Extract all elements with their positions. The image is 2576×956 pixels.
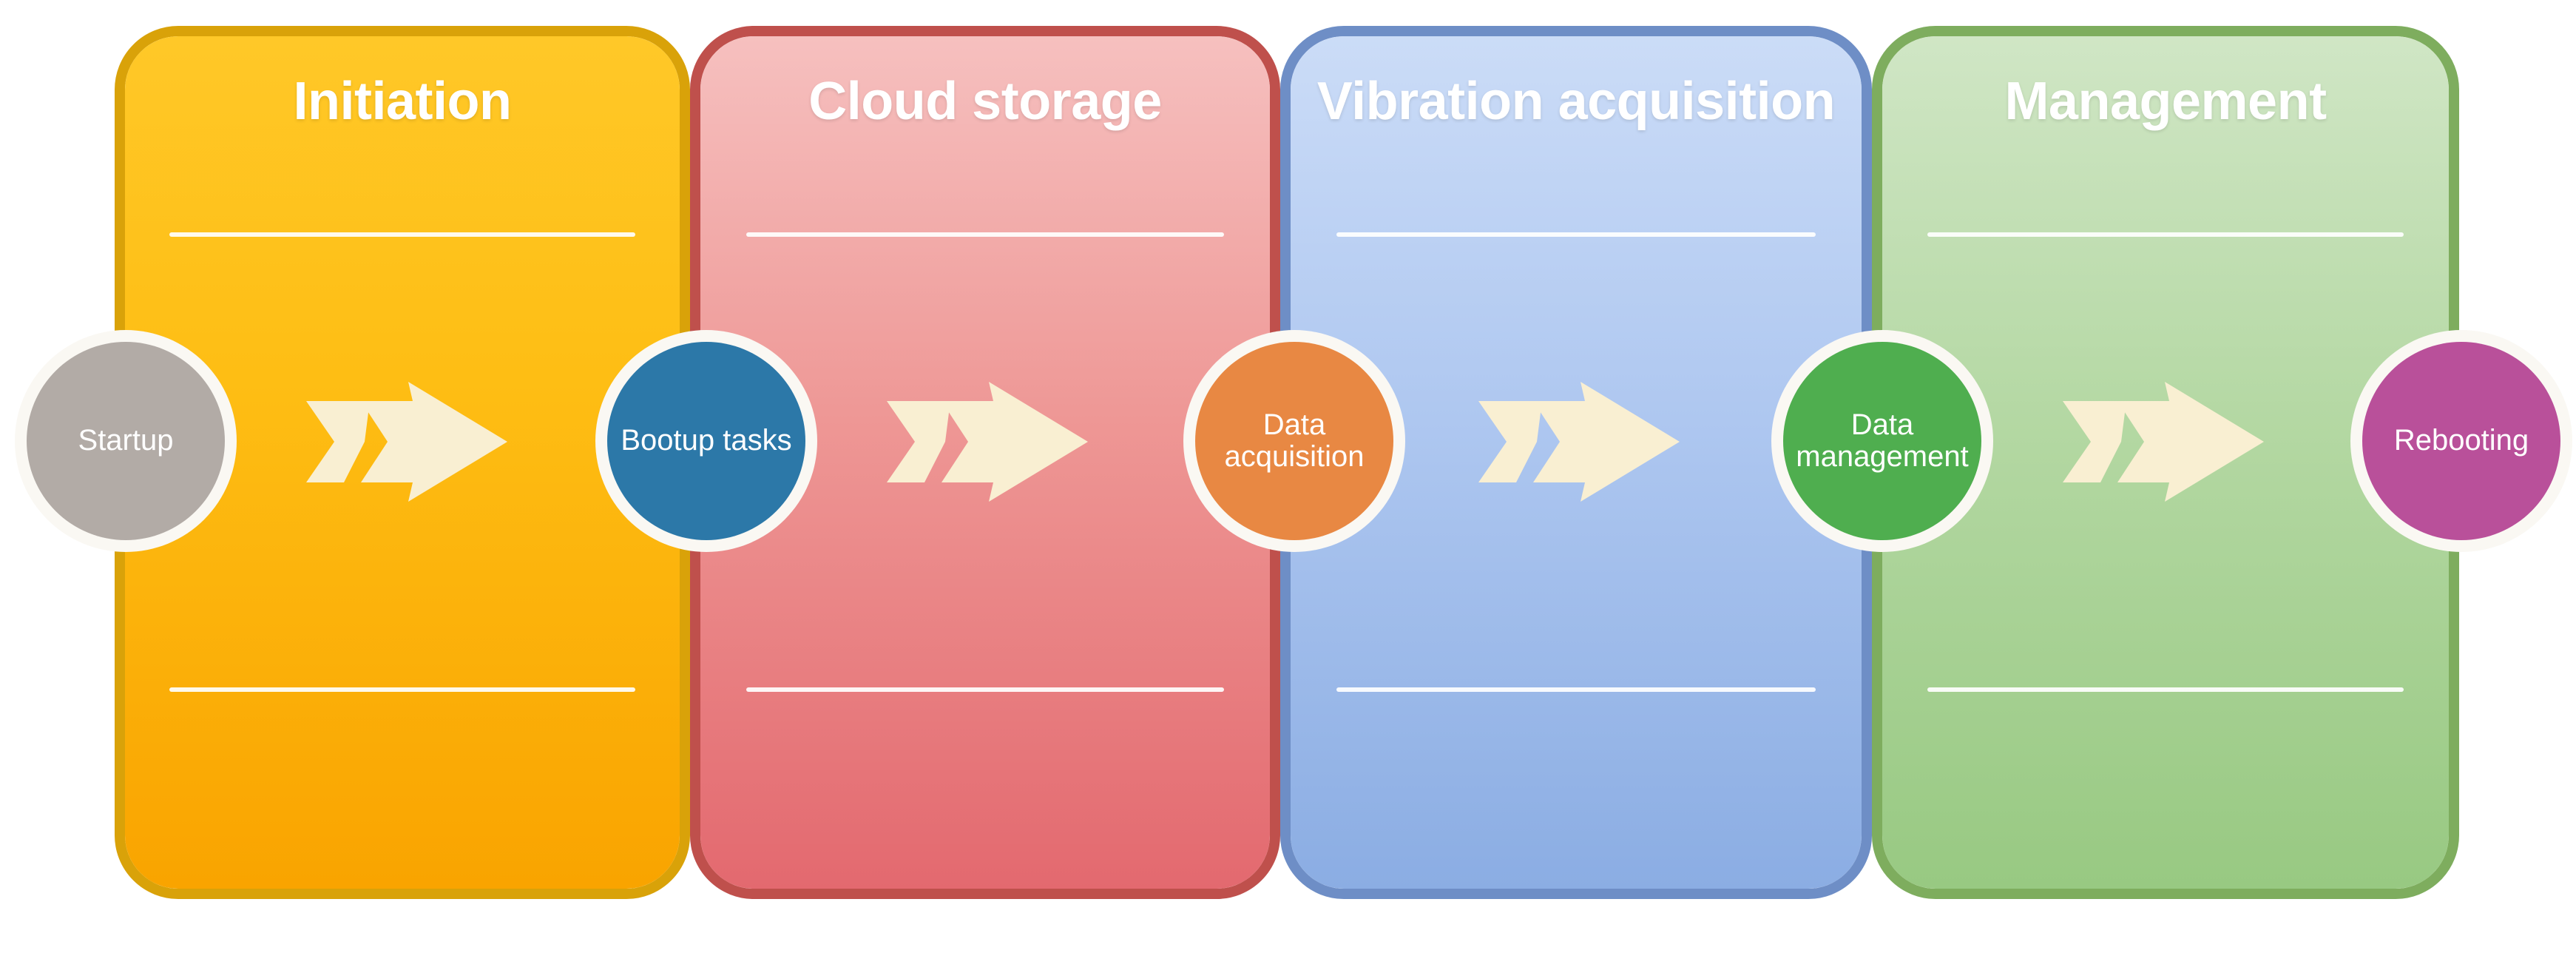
phase-divider-bottom-initiation: [169, 687, 635, 692]
phase-title-cloud-storage: Cloud storage: [808, 72, 1162, 131]
arrow-bootup-tasks-to-data-acquisition: [876, 370, 1091, 514]
phase-title-vibration-acquisition: Vibration acquisition: [1316, 72, 1836, 131]
node-data-acquisition[interactable]: Data acquisition: [1183, 330, 1405, 552]
node-data-management[interactable]: Data management: [1771, 330, 1993, 552]
node-label-bootup-tasks: Bootup tasks: [621, 424, 792, 457]
node-label-data-management: Data management: [1796, 408, 1969, 473]
node-label-rebooting: Rebooting: [2393, 424, 2529, 457]
node-disc-data-management: Data management: [1783, 342, 1981, 540]
phase-title-initiation: Initiation: [293, 72, 512, 131]
node-disc-startup: Startup: [27, 342, 225, 540]
node-label-data-acquisition: Data acquisition: [1224, 408, 1365, 473]
phase-divider-top-cloud-storage: [746, 232, 1225, 237]
arrow-data-acquisition-to-data-management: [1468, 370, 1683, 514]
node-label-startup: Startup: [78, 424, 174, 457]
diagram-canvas: Initiation Cloud storage Vibration acqui…: [0, 0, 2576, 956]
node-bootup-tasks[interactable]: Bootup tasks: [595, 330, 817, 552]
phase-divider-bottom-management: [1927, 687, 2404, 692]
node-rebooting[interactable]: Rebooting: [2350, 330, 2572, 552]
node-disc-bootup-tasks: Bootup tasks: [607, 342, 805, 540]
node-disc-rebooting: Rebooting: [2362, 342, 2560, 540]
arrow-data-management-to-rebooting: [2052, 370, 2267, 514]
phase-title-management: Management: [2004, 72, 2327, 131]
phase-divider-top-management: [1927, 232, 2404, 237]
phase-divider-bottom-vibration-acquisition: [1336, 687, 1816, 692]
node-startup[interactable]: Startup: [15, 330, 237, 552]
phase-divider-bottom-cloud-storage: [746, 687, 1225, 692]
node-disc-data-acquisition: Data acquisition: [1195, 342, 1393, 540]
phase-divider-top-vibration-acquisition: [1336, 232, 1816, 237]
arrow-startup-to-bootup-tasks: [296, 370, 510, 514]
phase-divider-top-initiation: [169, 232, 635, 237]
